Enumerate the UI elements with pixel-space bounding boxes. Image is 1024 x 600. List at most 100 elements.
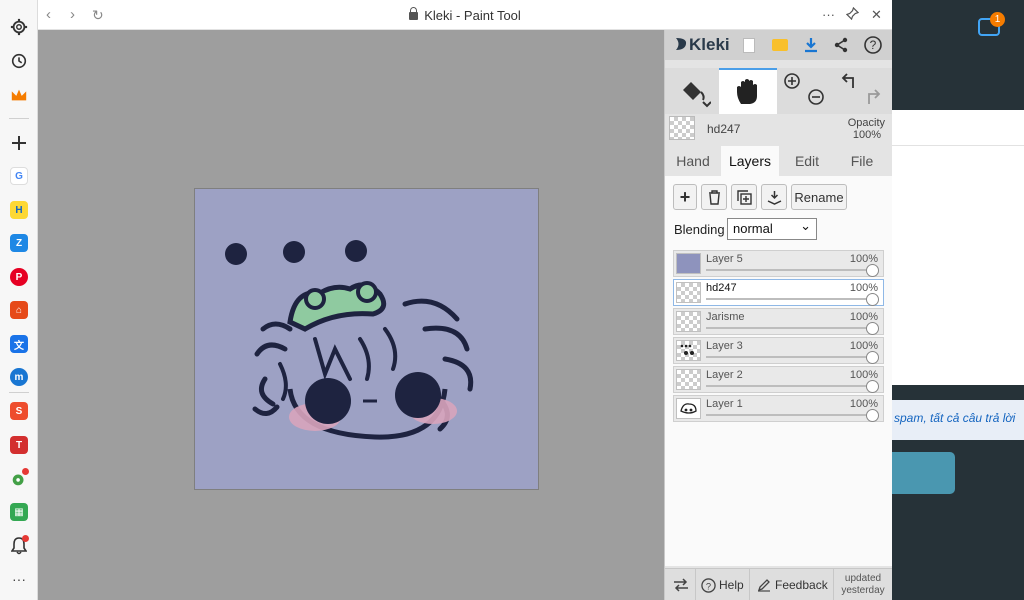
opacity-value[interactable]: 100% xyxy=(853,129,881,141)
rename-button[interactable]: Rename xyxy=(791,184,847,210)
crown-icon[interactable] xyxy=(8,84,30,106)
help-link[interactable]: ? Help xyxy=(701,569,744,600)
opacity-slider-handle[interactable] xyxy=(866,293,879,306)
tab-edit[interactable]: Edit xyxy=(783,146,831,176)
panel-tabs: Hand Layers Edit File xyxy=(665,146,893,176)
opacity-slider-handle[interactable] xyxy=(866,322,879,335)
drawing-canvas[interactable] xyxy=(194,188,539,490)
blending-label: Blending xyxy=(674,222,725,237)
current-layer-row: hd247 Opacity 100% xyxy=(665,114,893,144)
current-layer-thumbnail xyxy=(669,116,695,140)
layer-thumbnail xyxy=(676,369,701,390)
settings-icon[interactable] xyxy=(8,16,30,38)
h-app-icon[interactable]: H xyxy=(8,199,30,221)
tab-hand[interactable]: Hand xyxy=(669,146,717,176)
layer-name: Layer 3 xyxy=(706,340,743,352)
layer-name: Layer 5 xyxy=(706,253,743,265)
brand-bar: Kleki ? xyxy=(665,30,893,60)
add-layer-button[interactable]: + xyxy=(673,184,697,210)
drawing-artwork xyxy=(225,240,474,440)
layer-row-jarisme[interactable]: Jarisme 100% xyxy=(673,308,884,335)
svg-text:?: ? xyxy=(870,38,877,52)
hand-tool-button[interactable] xyxy=(719,68,777,114)
help-circle-icon: ? xyxy=(701,577,716,593)
layers-panel: + Rename Blending normal Layer 5 100% xyxy=(665,176,893,566)
fill-bucket-icon[interactable] xyxy=(679,78,712,113)
merge-down-button[interactable] xyxy=(761,184,787,210)
opacity-slider-track[interactable] xyxy=(706,385,871,387)
layer-row-layer-2[interactable]: Layer 2 100% xyxy=(673,366,884,393)
more-options-icon[interactable]: ··· xyxy=(822,7,835,22)
pin-icon[interactable] xyxy=(845,6,860,23)
submit-button[interactable] xyxy=(892,452,955,494)
info-text: spam, tất cả câu trả lời xyxy=(892,400,1024,440)
zalo-icon[interactable]: Z xyxy=(8,232,30,254)
layer-name: hd247 xyxy=(706,282,737,294)
redo-icon[interactable] xyxy=(863,88,881,111)
duplicate-layer-button[interactable] xyxy=(731,184,757,210)
opacity-slider-handle[interactable] xyxy=(866,351,879,364)
layer-row-layer-5[interactable]: Layer 5 100% xyxy=(673,250,884,277)
notification-badge: 1 xyxy=(990,12,1005,27)
updated-label[interactable]: updated yesterday xyxy=(835,569,891,600)
kleki-logo: Kleki xyxy=(673,35,730,55)
open-folder-icon[interactable] xyxy=(770,35,790,55)
maps-icon[interactable] xyxy=(8,468,30,490)
opacity-slider-track[interactable] xyxy=(706,269,871,271)
history-icon[interactable] xyxy=(8,50,30,72)
help-icon[interactable]: ? xyxy=(863,35,883,55)
tiki-icon[interactable]: T xyxy=(8,434,30,456)
sidebar-divider xyxy=(9,118,29,119)
translate-icon[interactable]: 文 xyxy=(8,333,30,355)
opacity-slider-track[interactable] xyxy=(706,298,871,300)
add-icon[interactable] xyxy=(8,132,30,154)
pinterest-icon[interactable]: P xyxy=(8,266,30,288)
kleki-panel: Kleki ? hd247 Opacity 100% Hand Layers E… xyxy=(664,30,893,600)
opacity-slider-handle[interactable] xyxy=(866,380,879,393)
layer-thumbnail xyxy=(676,253,701,274)
content-card xyxy=(892,110,1024,385)
google-icon[interactable]: G xyxy=(8,165,30,187)
blending-select[interactable]: normal xyxy=(727,216,817,240)
layer-row-hd247[interactable]: hd247 100% xyxy=(673,279,884,306)
lock-icon xyxy=(409,7,419,20)
trash-icon xyxy=(708,189,720,205)
undo-icon[interactable] xyxy=(841,72,859,95)
messenger-icon[interactable]: m xyxy=(8,366,30,388)
layer-name: Layer 1 xyxy=(706,398,743,410)
layer-name: Layer 2 xyxy=(706,369,743,381)
layer-thumbnail xyxy=(676,282,701,303)
shopee-icon[interactable]: S xyxy=(8,400,30,422)
zoom-out-icon[interactable] xyxy=(807,88,825,111)
shop-icon[interactable]: ⌂ xyxy=(8,299,30,321)
opacity-slider-handle[interactable] xyxy=(866,409,879,422)
notification-dot xyxy=(22,535,29,542)
svg-text:?: ? xyxy=(706,581,711,591)
tab-layers[interactable]: Layers xyxy=(721,146,779,176)
bell-icon[interactable] xyxy=(8,535,30,557)
background-website: 1 spam, tất cả câu trả lời xyxy=(892,0,1024,600)
download-icon[interactable] xyxy=(801,35,821,55)
feedback-link[interactable]: Feedback xyxy=(757,569,828,600)
swap-sides-icon[interactable] xyxy=(673,569,689,600)
layer-row-layer-3[interactable]: Layer 3 100% xyxy=(673,337,884,364)
more-icon[interactable]: ··· xyxy=(8,568,30,590)
opacity-slider-track[interactable] xyxy=(706,356,871,358)
layer-row-layer-1[interactable]: Layer 1 100% xyxy=(673,395,884,422)
merge-down-icon xyxy=(767,190,781,205)
opacity-slider-track[interactable] xyxy=(706,414,871,416)
opacity-slider-track[interactable] xyxy=(706,327,871,329)
delete-layer-button[interactable] xyxy=(701,184,727,210)
tab-file[interactable]: File xyxy=(837,146,887,176)
window-titlebar: ‹ › ↻ Kleki - Paint Tool ··· ✕ xyxy=(38,0,892,30)
share-icon[interactable] xyxy=(831,35,851,55)
close-icon[interactable]: ✕ xyxy=(871,7,882,23)
zoom-in-icon[interactable] xyxy=(783,72,801,95)
layer-thumbnail xyxy=(676,340,701,361)
opacity-slider-handle[interactable] xyxy=(866,264,879,277)
new-file-icon[interactable] xyxy=(739,35,759,55)
duplicate-icon xyxy=(736,189,752,205)
sheets-icon[interactable]: ▦ xyxy=(8,501,30,523)
footer-divider xyxy=(749,569,750,600)
canvas-area[interactable] xyxy=(38,30,664,600)
